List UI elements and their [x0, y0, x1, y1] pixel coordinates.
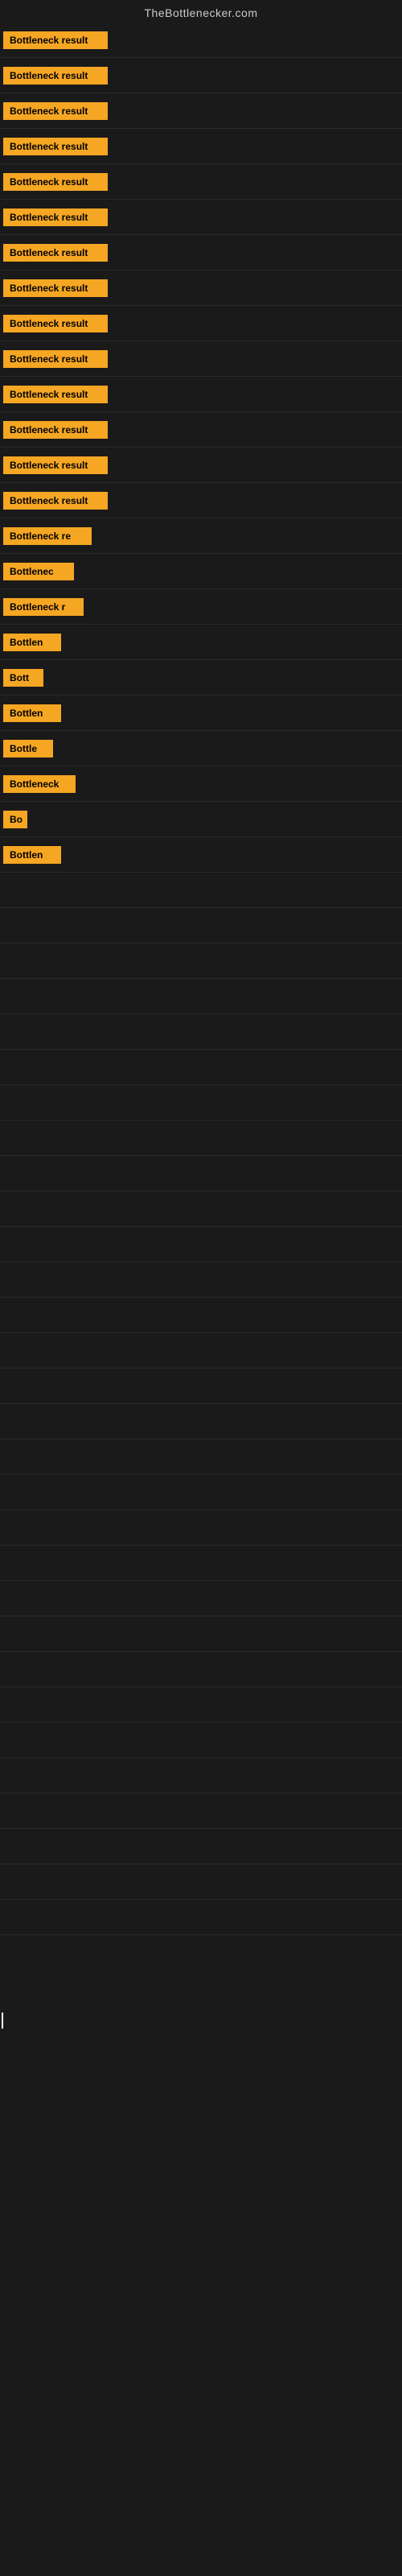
empty-row — [0, 1794, 402, 1829]
empty-row — [0, 1085, 402, 1121]
list-item: Bottlen — [0, 696, 402, 731]
list-item: Bottleneck result — [0, 270, 402, 306]
bottleneck-result-bar[interactable]: Bo — [3, 811, 27, 828]
list-item: Bottleneck result — [0, 306, 402, 341]
empty-row — [0, 1510, 402, 1546]
list-item: Bottleneck result — [0, 483, 402, 518]
bottleneck-result-bar[interactable]: Bottleneck result — [3, 456, 108, 474]
list-item: Bottleneck result — [0, 448, 402, 483]
list-item: Bottleneck result — [0, 377, 402, 412]
empty-row — [0, 943, 402, 979]
empty-row — [0, 979, 402, 1014]
bottleneck-result-bar[interactable]: Bottlen — [3, 634, 61, 651]
empty-row — [0, 1475, 402, 1510]
bottleneck-result-bar[interactable]: Bottle — [3, 740, 53, 758]
page-container: TheBottlenecker.com Bottleneck resultBot… — [0, 0, 402, 1935]
list-item: Bottleneck result — [0, 164, 402, 200]
empty-row — [0, 1439, 402, 1475]
empty-row — [0, 1758, 402, 1794]
list-item: Bottleneck — [0, 766, 402, 802]
bottleneck-result-bar[interactable]: Bottleneck result — [3, 315, 108, 332]
list-item: Bottleneck result — [0, 93, 402, 129]
empty-row — [0, 1616, 402, 1652]
bottleneck-result-bar[interactable]: Bottleneck result — [3, 173, 108, 191]
bottleneck-result-bar[interactable]: Bottleneck result — [3, 421, 108, 439]
empty-row — [0, 1191, 402, 1227]
bottleneck-result-bar[interactable]: Bottleneck r — [3, 598, 84, 616]
list-item: Bottle — [0, 731, 402, 766]
cursor-line — [2, 2013, 3, 2029]
empty-row — [0, 873, 402, 908]
empty-row — [0, 1014, 402, 1050]
list-item: Bottleneck result — [0, 58, 402, 93]
empty-row — [0, 1156, 402, 1191]
empty-row — [0, 1050, 402, 1085]
bottleneck-result-bar[interactable]: Bottleneck — [3, 775, 76, 793]
list-item: Bottleneck result — [0, 23, 402, 58]
bottleneck-result-bar[interactable]: Bottleneck result — [3, 31, 108, 49]
rows-container: Bottleneck result Bottleneck result Bottle… — [0, 23, 402, 1935]
list-item: Bottleneck result — [0, 129, 402, 164]
empty-row — [0, 1227, 402, 1262]
bottleneck-result-bar[interactable]: Bottleneck result — [3, 492, 108, 510]
bottleneck-result-bar[interactable]: Bottleneck re — [3, 527, 92, 545]
bottleneck-result-bar[interactable]: Bott — [3, 669, 43, 687]
bottleneck-result-bar[interactable]: Bottleneck result — [3, 279, 108, 297]
empty-row — [0, 1368, 402, 1404]
bottleneck-result-bar[interactable]: Bottleneck result — [3, 386, 108, 403]
list-item: Bottleneck re — [0, 518, 402, 554]
bottleneck-result-bar[interactable]: Bottleneck result — [3, 102, 108, 120]
empty-row — [0, 1546, 402, 1581]
site-title: TheBottlenecker.com — [0, 0, 402, 23]
list-item: Bottleneck result — [0, 235, 402, 270]
list-item: Bottleneck r — [0, 589, 402, 625]
empty-row — [0, 1298, 402, 1333]
list-item: Bott — [0, 660, 402, 696]
empty-row — [0, 1262, 402, 1298]
empty-row — [0, 1581, 402, 1616]
list-item: Bottlen — [0, 625, 402, 660]
list-item: Bottlenec — [0, 554, 402, 589]
bottleneck-result-bar[interactable]: Bottlen — [3, 704, 61, 722]
empty-row — [0, 1404, 402, 1439]
empty-row — [0, 1864, 402, 1900]
list-item: Bo — [0, 802, 402, 837]
empty-row — [0, 1829, 402, 1864]
empty-row — [0, 1652, 402, 1687]
list-item: Bottleneck result — [0, 412, 402, 448]
bottleneck-result-bar[interactable]: Bottleneck result — [3, 138, 108, 155]
bottleneck-result-bar[interactable]: Bottleneck result — [3, 208, 108, 226]
empty-row — [0, 1121, 402, 1156]
empty-row — [0, 1900, 402, 1935]
empty-row — [0, 1687, 402, 1723]
bottleneck-result-bar[interactable]: Bottlen — [3, 846, 61, 864]
bottleneck-result-bar[interactable]: Bottleneck result — [3, 350, 108, 368]
list-item: Bottleneck result — [0, 200, 402, 235]
empty-row — [0, 1723, 402, 1758]
bottleneck-result-bar[interactable]: Bottleneck result — [3, 67, 108, 85]
bottleneck-result-bar[interactable]: Bottlenec — [3, 563, 74, 580]
bottleneck-result-bar[interactable]: Bottleneck result — [3, 244, 108, 262]
empty-row — [0, 908, 402, 943]
list-item: Bottlen — [0, 837, 402, 873]
empty-row — [0, 1333, 402, 1368]
list-item: Bottleneck result — [0, 341, 402, 377]
